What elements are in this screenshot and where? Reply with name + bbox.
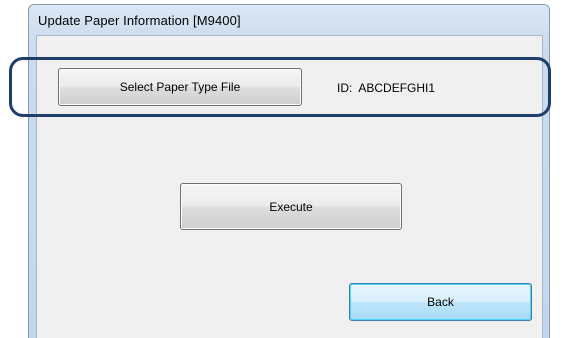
back-button-label: Back <box>427 295 454 309</box>
select-paper-type-file-label: Select Paper Type File <box>119 80 241 94</box>
execute-button[interactable]: Execute <box>180 183 402 230</box>
select-paper-type-file-button[interactable]: Select Paper Type File <box>58 68 302 106</box>
back-button[interactable]: Back <box>349 283 532 321</box>
dialog-window: Update Paper Information [M9400] Select … <box>28 4 550 338</box>
execute-button-label: Execute <box>269 199 313 214</box>
paper-id-value: ABCDEFGHI1 <box>358 81 436 95</box>
paper-id-prefix: ID: <box>337 81 353 95</box>
window-title: Update Paper Information [M9400] <box>38 13 241 28</box>
title-bar[interactable]: Update Paper Information [M9400] <box>29 5 549 35</box>
dialog-client-area: Select Paper Type File ID: ABCDEFGHI1 Ex… <box>36 35 543 338</box>
paper-id-display: ID: ABCDEFGHI1 <box>337 81 435 95</box>
